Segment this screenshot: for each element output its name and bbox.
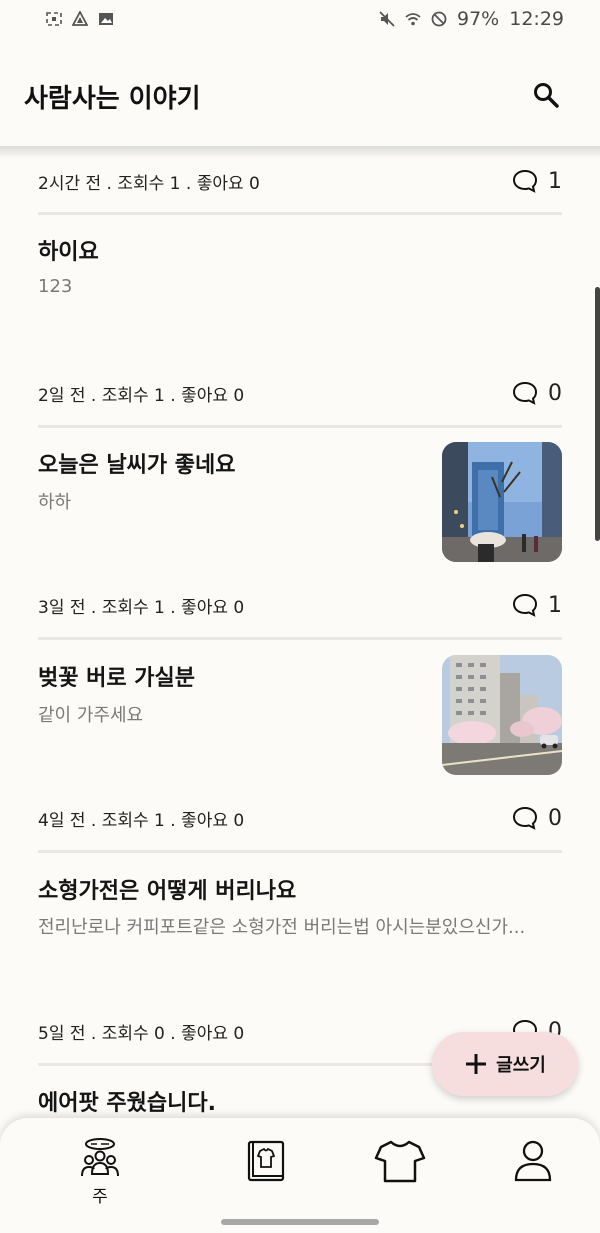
comment-count[interactable]: 0 [512, 381, 562, 406]
search-icon[interactable] [532, 81, 560, 109]
post-title[interactable]: 오늘은 날씨가 좋네요 [38, 447, 235, 479]
post-title[interactable]: 소형가전은 어떻게 버리나요 [38, 873, 296, 905]
comment-icon [512, 169, 538, 193]
post-body: 123 [38, 276, 73, 297]
street-photo [442, 442, 562, 562]
divider [38, 850, 562, 853]
community-icon [81, 1138, 119, 1177]
comment-count-value: 0 [548, 380, 562, 406]
status-right: 97% 12:29 [379, 8, 564, 30]
post-body: 같이 가주세요 [38, 705, 144, 726]
post-meta: 5일 전 . 조회수 0 . 좋아요 0 [38, 1023, 245, 1044]
app-bar: 사람사는 이야기 [0, 38, 600, 146]
comment-count[interactable]: 1 [512, 169, 562, 194]
comment-count-value: 0 [548, 805, 562, 831]
scrollbar[interactable] [595, 287, 600, 541]
t-shirt-icon [374, 1140, 426, 1183]
page-title: 사람사는 이야기 [24, 83, 201, 114]
post-body: 하하 [38, 492, 72, 513]
gallery-icon [99, 13, 113, 25]
divider [38, 637, 562, 640]
nav-item-closet-book[interactable] [236, 1138, 296, 1184]
write-post-button[interactable]: 글쓰기 [432, 1032, 578, 1096]
divider [38, 212, 562, 215]
comment-count[interactable]: 0 [512, 806, 562, 831]
post-title[interactable]: 벚꽃 버로 가실분 [38, 660, 195, 692]
home-indicator[interactable] [221, 1219, 379, 1225]
write-post-label: 글쓰기 [496, 1055, 546, 1076]
do-not-disturb-icon [431, 11, 447, 27]
nav-item-profile[interactable] [503, 1138, 563, 1184]
clock-text: 12:29 [509, 8, 564, 30]
screenshot-icon [46, 12, 62, 26]
post-thumbnail[interactable] [442, 655, 562, 775]
comment-icon [512, 381, 538, 405]
post-meta: 4일 전 . 조회수 1 . 좋아요 0 [38, 810, 245, 831]
post-meta-row: 4일 전 . 조회수 1 . 좋아요 0 0 [38, 803, 562, 833]
comment-count[interactable]: 1 [512, 593, 562, 618]
mute-icon [379, 11, 395, 27]
post-body: 전리난로나 커피포트같은 소형가전 버리는법 아시는분있으신가... [38, 917, 526, 938]
post-meta-row: 2일 전 . 조회수 1 . 좋아요 0 0 [38, 378, 562, 408]
comment-count-value: 1 [548, 592, 562, 618]
profile-icon [514, 1140, 552, 1182]
post-meta-row: 2시간 전 . 조회수 1 . 좋아요 0 1 [38, 166, 562, 196]
wifi-icon [405, 13, 421, 26]
comment-icon [512, 593, 538, 617]
post-title[interactable]: 하이요 [38, 234, 99, 266]
nav-label-community: 주 [92, 1187, 108, 1207]
bottom-nav: 주 [0, 1118, 600, 1233]
nav-item-community[interactable]: 주 [70, 1138, 130, 1207]
post-title[interactable]: 에어팟 주웠습니다. [38, 1085, 216, 1117]
post-meta: 2시간 전 . 조회수 1 . 좋아요 0 [38, 173, 260, 194]
post-meta: 3일 전 . 조회수 1 . 좋아요 0 [38, 597, 245, 618]
divider [38, 425, 562, 428]
nav-item-clothes[interactable] [370, 1138, 430, 1184]
app-bar-shadow [0, 146, 600, 158]
comment-count-value: 1 [548, 168, 562, 194]
plus-icon [466, 1054, 487, 1074]
post-meta: 2일 전 . 조회수 1 . 좋아요 0 [38, 385, 245, 406]
post-thumbnail[interactable] [442, 442, 562, 562]
shirt-book-icon [247, 1140, 285, 1182]
cherry-blossom-photo [442, 655, 562, 775]
status-left [46, 11, 114, 27]
drive-icon [72, 11, 88, 26]
status-bar: 97% 12:29 [0, 0, 600, 38]
comment-icon [512, 806, 538, 830]
post-meta-row: 3일 전 . 조회수 1 . 좋아요 0 1 [38, 590, 562, 620]
battery-text: 97% [457, 8, 500, 30]
